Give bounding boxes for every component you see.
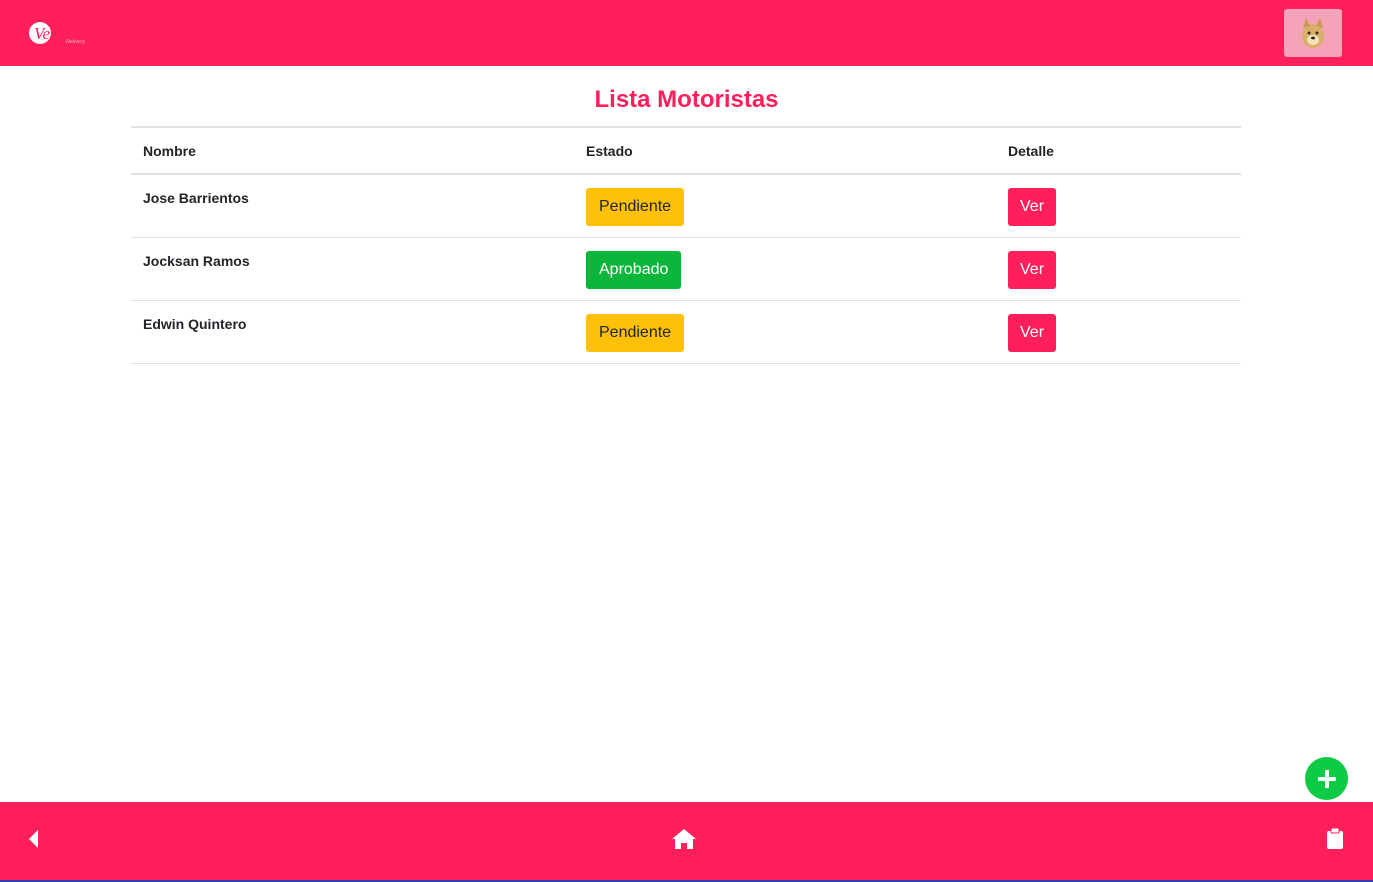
back-arrow-icon [29, 830, 38, 848]
drivers-table: Nombre Estado Detalle Jose Barrientos Pe… [131, 126, 1241, 364]
bottom-nav-bar [0, 802, 1373, 882]
column-header-estado: Estado [574, 126, 996, 175]
back-button[interactable] [26, 828, 40, 850]
detail-cell: Ver [996, 237, 1241, 301]
orders-button[interactable] [1326, 828, 1344, 850]
user-avatar-button[interactable] [1284, 9, 1342, 57]
column-header-nombre: Nombre [131, 126, 574, 175]
status-cell: Pendiente [574, 174, 996, 238]
home-button[interactable] [671, 828, 697, 850]
detail-cell: Ver [996, 174, 1241, 238]
driver-name: Jose Barrientos [131, 174, 574, 238]
clipboard-icon [1327, 828, 1343, 849]
table-row: Jose Barrientos Pendiente Ver [131, 174, 1241, 238]
table-row: Jocksan Ramos Aprobado Ver [131, 237, 1241, 301]
user-avatar-icon [1302, 18, 1324, 48]
view-detail-button[interactable]: Ver [1008, 314, 1057, 352]
add-driver-button[interactable] [1305, 757, 1348, 800]
status-button-pending[interactable]: Pendiente [586, 314, 685, 352]
home-icon [672, 829, 696, 849]
status-cell: Aprobado [574, 237, 996, 301]
svg-text:Veja: Veja [34, 24, 63, 43]
status-cell: Pendiente [574, 300, 996, 364]
status-button-pending[interactable]: Pendiente [586, 188, 685, 226]
svg-text:Delivery: Delivery [65, 39, 85, 45]
table-row: Edwin Quintero Pendiente Ver [131, 300, 1241, 364]
view-detail-button[interactable]: Ver [1008, 251, 1057, 289]
driver-name: Edwin Quintero [131, 300, 574, 364]
plus-icon [1317, 769, 1336, 788]
status-button-approved[interactable]: Aprobado [586, 251, 682, 289]
driver-name: Jocksan Ramos [131, 237, 574, 301]
column-header-detalle: Detalle [996, 126, 1241, 175]
app-logo[interactable]: Veja Delivery [28, 19, 92, 47]
detail-cell: Ver [996, 300, 1241, 364]
table-header-row: Nombre Estado Detalle [131, 126, 1241, 175]
top-app-bar: Veja Delivery [0, 0, 1373, 66]
view-detail-button[interactable]: Ver [1008, 188, 1057, 226]
page-title: Lista Motoristas [594, 86, 779, 113]
